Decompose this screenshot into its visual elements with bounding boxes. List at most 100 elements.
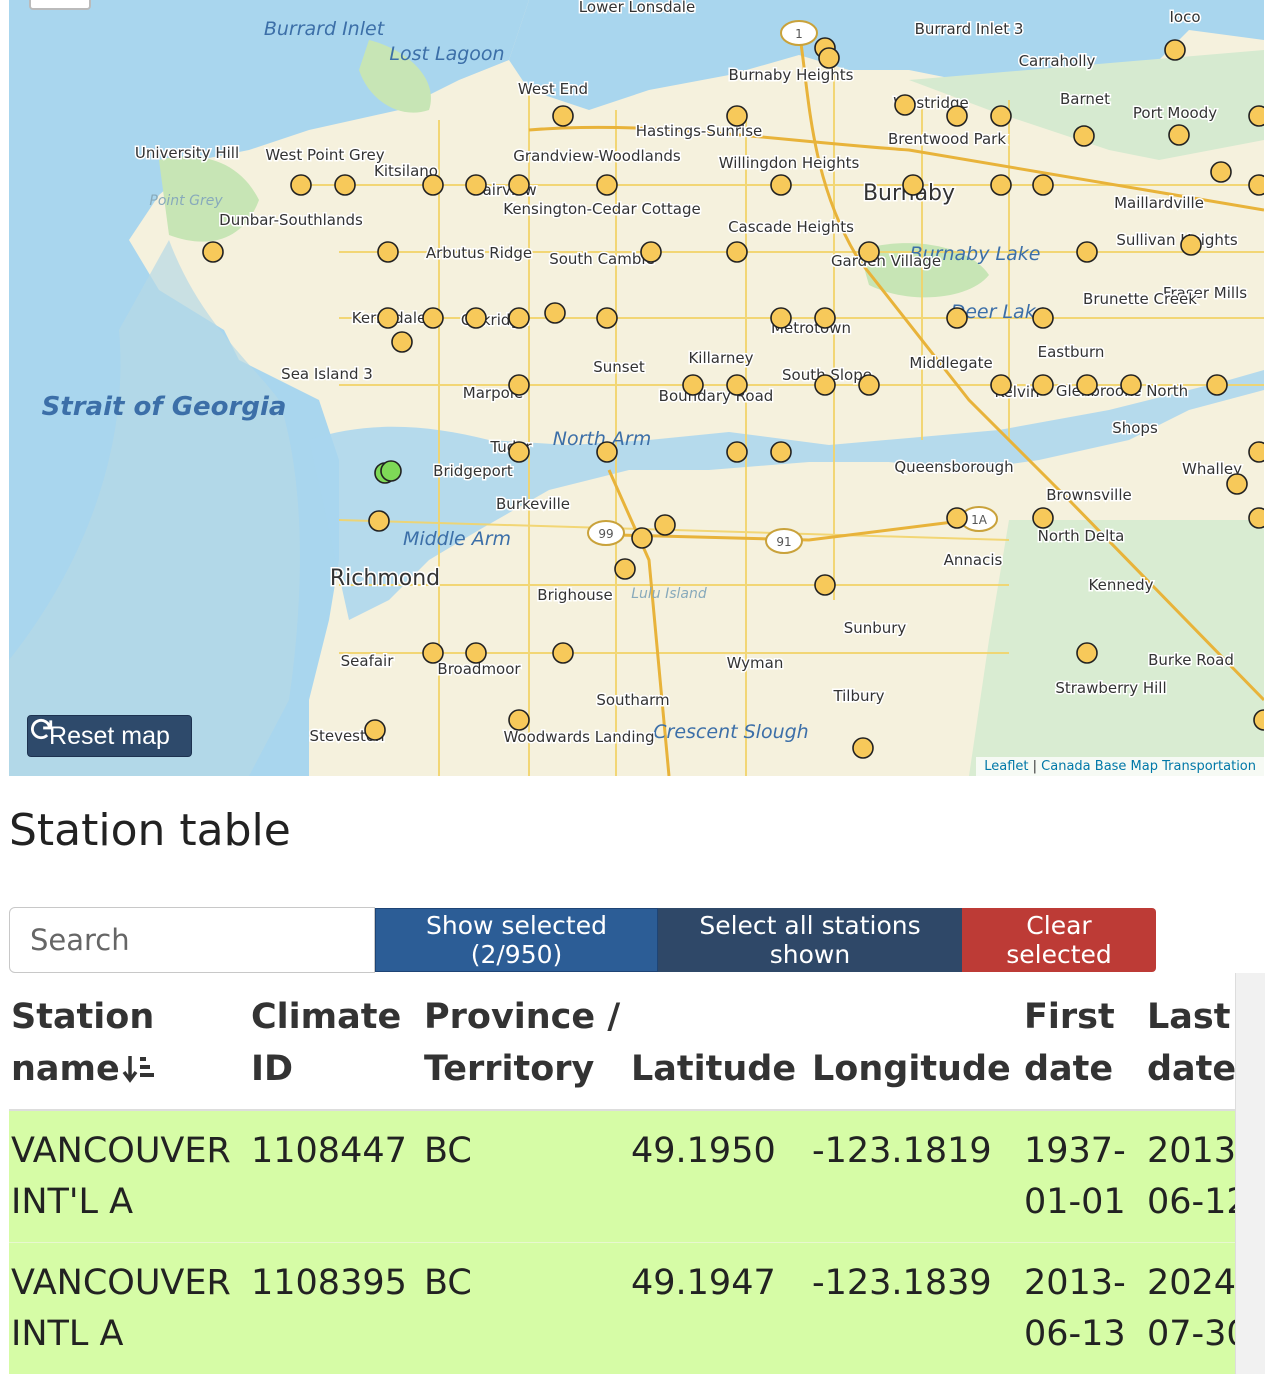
station-marker[interactable] xyxy=(465,642,487,664)
station-marker[interactable] xyxy=(377,307,399,329)
header-latitude[interactable]: Latitude xyxy=(629,973,810,1111)
header-climate-id[interactable]: Climate ID xyxy=(249,973,422,1111)
selected-station-marker[interactable] xyxy=(380,460,402,482)
cell-latitude: 49.1947 xyxy=(629,1242,810,1374)
station-marker[interactable] xyxy=(508,709,530,731)
leaflet-link[interactable]: Leaflet xyxy=(984,759,1028,774)
station-marker[interactable] xyxy=(1168,124,1190,146)
station-marker[interactable] xyxy=(852,737,874,759)
basemap-link[interactable]: Canada Base Map Transportation xyxy=(1041,759,1256,774)
station-marker[interactable] xyxy=(1226,473,1248,495)
station-marker[interactable] xyxy=(814,307,836,329)
table-row[interactable]: VANCOUVER INT'L A 1108447 BC 49.1950 -12… xyxy=(9,1109,1235,1243)
station-marker[interactable] xyxy=(1032,374,1054,396)
station-marker[interactable] xyxy=(990,174,1012,196)
station-marker[interactable] xyxy=(770,441,792,463)
station-marker[interactable] xyxy=(858,374,880,396)
station-marker[interactable] xyxy=(422,307,444,329)
station-marker[interactable] xyxy=(814,574,836,596)
station-marker[interactable] xyxy=(946,105,968,127)
station-marker[interactable] xyxy=(1073,125,1095,147)
table-header-row: Station name Climate ID Province / Territor… xyxy=(9,973,1235,1111)
station-map[interactable]: Burrard Inlet Lost Lagoon Strait of Georgi… xyxy=(9,0,1264,776)
station-marker[interactable] xyxy=(596,441,618,463)
station-marker[interactable] xyxy=(465,307,487,329)
station-marker[interactable] xyxy=(1076,374,1098,396)
station-marker[interactable] xyxy=(1210,161,1232,183)
station-marker[interactable] xyxy=(1032,307,1054,329)
station-marker[interactable] xyxy=(818,47,840,69)
select-all-button[interactable]: Select all stations shown xyxy=(658,908,962,972)
station-marker[interactable] xyxy=(946,507,968,529)
station-marker[interactable] xyxy=(770,307,792,329)
clear-selected-button[interactable]: Clear selected xyxy=(962,908,1156,972)
station-marker[interactable] xyxy=(1248,441,1264,463)
station-marker[interactable] xyxy=(1076,642,1098,664)
station-marker[interactable] xyxy=(894,94,916,116)
station-marker[interactable] xyxy=(422,642,444,664)
station-marker[interactable] xyxy=(726,441,748,463)
station-marker[interactable] xyxy=(334,174,356,196)
water-label: Lost Lagoon xyxy=(389,43,504,65)
station-marker[interactable] xyxy=(990,105,1012,127)
sort-descending-icon[interactable] xyxy=(122,1054,158,1084)
station-marker[interactable] xyxy=(858,241,880,263)
station-marker[interactable] xyxy=(544,302,566,324)
header-longitude[interactable]: Longitude xyxy=(810,973,1022,1111)
header-station-name[interactable]: Station name xyxy=(9,973,249,1111)
cell-station-name: VANCOUVER INTL A xyxy=(9,1242,249,1374)
station-marker[interactable] xyxy=(596,307,618,329)
station-marker[interactable] xyxy=(368,510,390,532)
reset-map-button[interactable]: Reset map xyxy=(27,715,192,757)
station-marker[interactable] xyxy=(1120,374,1142,396)
station-marker[interactable] xyxy=(1164,39,1186,61)
station-marker[interactable] xyxy=(726,241,748,263)
zoom-control[interactable] xyxy=(29,0,91,10)
station-marker[interactable] xyxy=(508,441,530,463)
station-marker[interactable] xyxy=(552,642,574,664)
station-marker[interactable] xyxy=(1032,507,1054,529)
station-marker[interactable] xyxy=(552,105,574,127)
station-marker[interactable] xyxy=(946,307,968,329)
station-marker[interactable] xyxy=(902,174,924,196)
search-input[interactable] xyxy=(9,907,375,973)
station-marker[interactable] xyxy=(1076,241,1098,263)
highway-shield: 91 xyxy=(765,528,803,554)
station-marker[interactable] xyxy=(654,514,676,536)
station-marker[interactable] xyxy=(364,719,386,741)
place-label: Tilbury xyxy=(832,687,884,705)
station-marker[interactable] xyxy=(422,174,444,196)
header-first-date[interactable]: First date xyxy=(1022,973,1145,1111)
station-marker[interactable] xyxy=(508,374,530,396)
header-last-date[interactable]: Last date xyxy=(1145,973,1235,1111)
station-marker[interactable] xyxy=(1032,174,1054,196)
station-marker[interactable] xyxy=(631,527,653,549)
station-marker[interactable] xyxy=(290,174,312,196)
station-marker[interactable] xyxy=(640,241,662,263)
station-marker[interactable] xyxy=(508,174,530,196)
header-province[interactable]: Province / Territory xyxy=(422,973,629,1111)
place-label: Arbutus Ridge xyxy=(426,244,532,262)
station-marker[interactable] xyxy=(990,374,1012,396)
station-marker[interactable] xyxy=(1248,105,1264,127)
station-marker[interactable] xyxy=(391,331,413,353)
station-marker[interactable] xyxy=(726,105,748,127)
station-marker[interactable] xyxy=(465,174,487,196)
station-marker[interactable] xyxy=(614,558,636,580)
table-scrollbar[interactable] xyxy=(1235,973,1265,1374)
station-marker[interactable] xyxy=(1180,234,1202,256)
station-marker[interactable] xyxy=(1248,174,1264,196)
station-marker[interactable] xyxy=(596,174,618,196)
station-marker[interactable] xyxy=(202,241,224,263)
table-row[interactable]: VANCOUVER INTL A 1108395 BC 49.1947 -123… xyxy=(9,1242,1235,1374)
water-label: Crescent Slough xyxy=(653,721,808,743)
station-marker[interactable] xyxy=(1248,507,1264,529)
station-marker[interactable] xyxy=(1206,374,1228,396)
station-marker[interactable] xyxy=(377,241,399,263)
station-marker[interactable] xyxy=(508,307,530,329)
show-selected-button[interactable]: Show selected (2/950) xyxy=(375,908,658,972)
station-marker[interactable] xyxy=(770,174,792,196)
station-marker[interactable] xyxy=(726,374,748,396)
station-marker[interactable] xyxy=(682,374,704,396)
station-marker[interactable] xyxy=(814,374,836,396)
